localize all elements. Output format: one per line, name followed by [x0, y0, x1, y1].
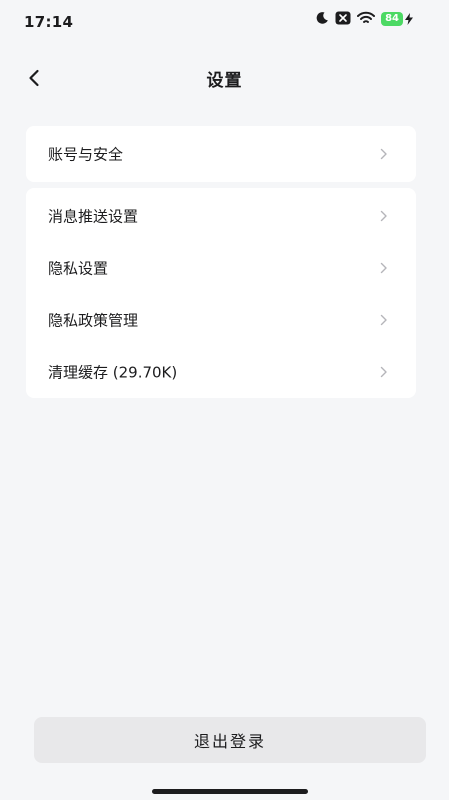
battery-level: 84: [381, 12, 403, 26]
nav-bar: 设置: [0, 56, 449, 100]
chevron-right-icon: [380, 313, 390, 327]
notification-muted-icon: [335, 10, 351, 29]
chevron-right-icon: [380, 365, 390, 379]
settings-group-general: 消息推送设置 隐私设置 隐私政策管理 清理缓存 (29.70K): [26, 188, 416, 398]
settings-item-account-security[interactable]: 账号与安全: [26, 126, 416, 182]
settings-item-label: 账号与安全: [48, 145, 124, 164]
wifi-icon: [357, 10, 376, 29]
home-indicator[interactable]: [152, 789, 308, 794]
charging-icon: [405, 13, 413, 25]
settings-group-account: 账号与安全: [26, 126, 416, 182]
settings-item-privacy[interactable]: 隐私设置: [26, 242, 416, 294]
moon-icon: [315, 10, 329, 29]
settings-item-push-notifications[interactable]: 消息推送设置: [26, 190, 416, 242]
settings-item-label: 清理缓存 (29.70K): [48, 363, 178, 382]
settings-item-label: 隐私政策管理: [48, 311, 139, 330]
settings-item-label: 隐私设置: [48, 259, 109, 278]
chevron-right-icon: [380, 261, 390, 275]
settings-item-label: 消息推送设置: [48, 207, 139, 226]
settings-item-clear-cache[interactable]: 清理缓存 (29.70K): [26, 346, 416, 398]
status-bar: 17:14 84: [0, 0, 449, 44]
status-icons: 84: [315, 10, 413, 28]
logout-button[interactable]: 退出登录: [34, 717, 426, 763]
settings-item-privacy-policy[interactable]: 隐私政策管理: [26, 294, 416, 346]
status-time: 17:14: [24, 13, 74, 31]
chevron-right-icon: [380, 147, 390, 161]
chevron-right-icon: [380, 209, 390, 223]
battery-icon: 84: [381, 12, 413, 26]
page-title: 设置: [206, 71, 243, 91]
